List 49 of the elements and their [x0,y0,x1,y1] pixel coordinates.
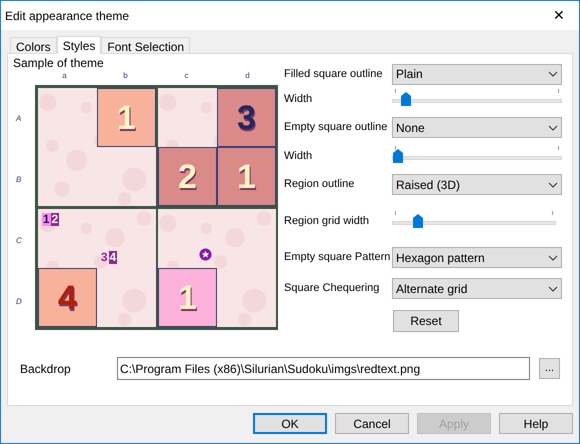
row-label: C [15,234,22,246]
window-title: Edit appearance theme [4,8,130,24]
row-label: A [14,112,22,124]
dropdown[interactable]: Hexagon pattern [392,247,562,268]
chevron-down-icon [548,124,558,130]
dropdown[interactable]: Plain [392,64,562,84]
dropdown[interactable]: Raised (3D) [392,174,562,195]
dropdown[interactable]: Alternate grid [392,278,562,299]
slider-thumb[interactable] [393,149,403,163]
backdrop-path-field[interactable]: C:\Program Files (x86)\Silurian\Sudoku\imgs\redtext.png [117,357,530,380]
square-digit: 2 [178,160,197,194]
setting-label: Region grid width [284,214,370,229]
chevron-down-icon [548,286,558,292]
reset-button[interactable]: Reset [393,310,459,332]
chevron-down-icon [548,71,558,77]
close-button[interactable]: ✕ [539,2,579,30]
row-label: D [15,296,22,308]
dialog-button[interactable]: Help [499,413,573,434]
chevron-down-icon [548,182,558,188]
backdrop-label: Backdrop [20,360,72,378]
square-digit: 1 [236,160,256,194]
square-digit: 1 [178,280,197,314]
setting-label: Region outline [284,177,356,192]
square-digit: 3 [236,100,256,134]
column-label: a [61,71,68,81]
column-label: d [244,71,251,81]
chevron-down-icon [548,254,558,260]
tab[interactable]: Styles [56,36,102,54]
tab[interactable]: Font Selection [101,37,190,53]
column-label: c [184,71,190,81]
tab[interactable]: Colors [10,37,57,53]
setting-label: Empty square Pattern [284,250,392,266]
setting-label: Empty square outline [284,120,388,136]
section-title: Sample of theme [13,56,105,70]
browse-button[interactable]: ... [539,358,560,379]
row-label: B [15,174,22,186]
dialog-button[interactable]: Cancel [335,413,409,434]
square-digit: 4 [58,280,77,314]
dialog-button[interactable]: OK [253,413,327,434]
dropdown[interactable]: None [392,117,562,138]
setting-label: Square Chequering [284,281,380,296]
column-label: b [122,71,129,81]
square-digit: 1 [116,100,136,134]
slider-thumb[interactable] [413,214,424,228]
setting-label: Filled square outline [284,66,384,82]
candidate-digit: 3 [100,251,109,264]
setting-label: Width [284,148,314,164]
setting-label: Width [284,92,314,107]
slider-thumb[interactable] [401,92,411,106]
